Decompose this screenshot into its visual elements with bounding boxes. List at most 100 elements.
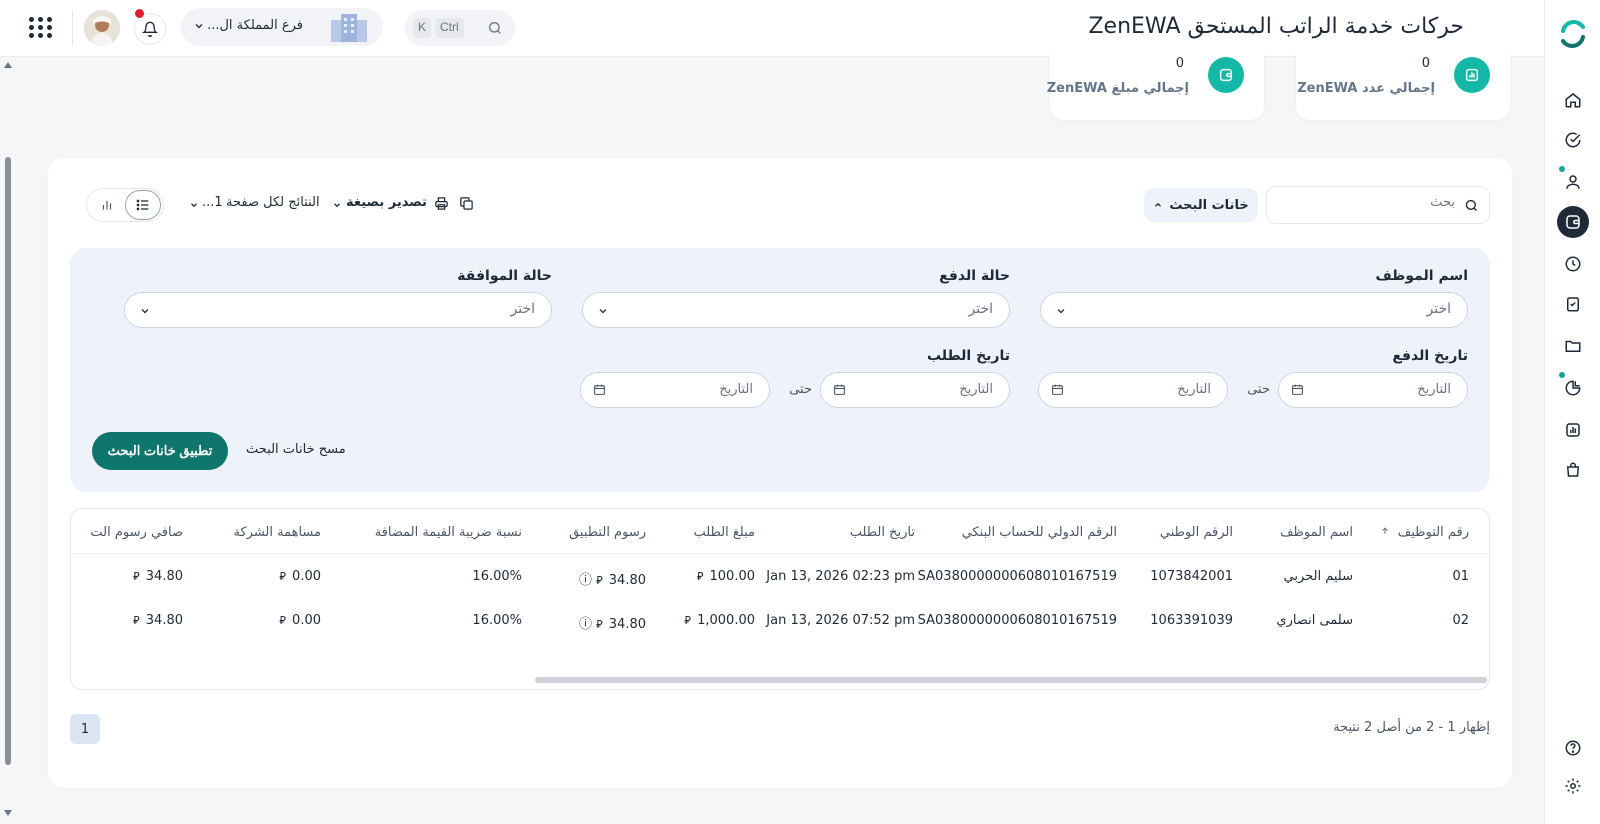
cell-amount: ⃁ 1,000.00 [684, 613, 755, 628]
column-header-national-id[interactable]: الرقم الوطني [1160, 525, 1233, 540]
cell-app-fee: ⓘ ⃁ 34.80 [579, 613, 646, 632]
column-header-company-share[interactable]: مساهمة الشركة [234, 525, 322, 540]
share-value: 0.00 [292, 613, 321, 628]
chevron-down-icon [139, 305, 151, 321]
logo-icon[interactable] [1557, 18, 1589, 50]
sort-arrow-icon [1381, 527, 1388, 534]
clock-icon[interactable] [1557, 248, 1589, 280]
riyal-icon: ⃁ [684, 614, 691, 627]
employee-name-select[interactable]: اختر [1040, 292, 1468, 328]
stat-label: إجمالي عدد ZenEWA [1297, 81, 1435, 96]
bag-icon[interactable] [1557, 454, 1589, 486]
stat-card-count: 0 إجمالي عدد ZenEWA [1296, 50, 1510, 120]
approval-status-label: حالة الموافقة [457, 268, 552, 284]
settings-icon[interactable] [1557, 770, 1589, 802]
placeholder: اختر [968, 301, 994, 317]
scrollbar-thumb[interactable] [5, 157, 11, 765]
print-icon[interactable] [434, 196, 449, 215]
check-circle-icon[interactable] [1557, 124, 1589, 156]
search-fields-toggle[interactable]: خانات البحث [1144, 188, 1258, 222]
export-button[interactable]: تصدير بصيغة [346, 195, 427, 210]
search-icon [1464, 198, 1479, 217]
riyal-icon: ⃁ [596, 618, 603, 631]
results-summary: إظهار 1 - 2 من أصل 2 نتيجة [1333, 720, 1490, 735]
cell-request-date: Jan 13, 2026 02:23 pm [766, 569, 915, 584]
column-header-request-date[interactable]: تاريخ الطلب [850, 525, 915, 540]
employee-name-label: اسم الموظف [1375, 268, 1469, 284]
sidebar [1544, 0, 1600, 824]
apps-grid-icon[interactable] [28, 14, 54, 40]
folder-icon[interactable] [1557, 330, 1589, 362]
cell-app-fee: ⓘ ⃁ 34.80 [579, 569, 646, 588]
column-header-vat[interactable]: نسبة ضريبة القيمة المضافة [375, 525, 522, 540]
riyal-icon: ⃁ [596, 574, 603, 587]
cell-name: سليم الحربي [1283, 569, 1354, 584]
payment-status-select[interactable]: اختر [582, 292, 1010, 328]
column-header-iban[interactable]: الرقم الدولي للحساب البنكي [962, 525, 1117, 540]
riyal-icon: ⃁ [133, 570, 140, 583]
info-icon[interactable]: ⓘ [579, 573, 592, 588]
cell-company-share: ⃁ 0.00 [279, 613, 321, 628]
notification-dot [135, 9, 144, 18]
chevron-down-icon[interactable] [189, 199, 199, 214]
chevron-down-icon[interactable] [332, 199, 342, 214]
chevron-up-icon [1155, 202, 1162, 207]
fee-value: 34.80 [608, 573, 646, 588]
apply-filters-button[interactable]: تطبيق خانات البحث [92, 432, 228, 470]
user-icon[interactable] [1557, 166, 1589, 198]
transactions-table: رقم التوظيف اسم الموظف الرقم الوطني الرق… [70, 508, 1490, 690]
list-icon [136, 199, 149, 211]
chart-view-button[interactable] [89, 190, 125, 220]
cell-emp-no: 01 [1452, 569, 1469, 584]
branch-selector[interactable]: فرع المملكة ال... [181, 8, 383, 46]
kbd-ctrl: Ctrl [435, 18, 464, 38]
copy-icon[interactable] [459, 196, 474, 215]
home-icon[interactable] [1557, 84, 1589, 116]
pie-chart-icon[interactable] [1557, 372, 1589, 404]
help-icon[interactable] [1557, 732, 1589, 764]
cell-national-id: 1063391039 [1150, 613, 1233, 628]
info-icon[interactable]: ⓘ [579, 617, 592, 632]
column-header-app-fee[interactable]: رسوم التطبيق [569, 525, 646, 540]
table-horizontal-scrollbar[interactable] [535, 677, 1487, 683]
search-icon [487, 20, 503, 40]
payment-date-to[interactable]: التاريخ [1038, 372, 1228, 408]
approval-status-select[interactable]: اختر [124, 292, 552, 328]
cell-company-share: ⃁ 0.00 [279, 569, 321, 584]
building-icon [329, 12, 369, 42]
request-date-to[interactable]: التاريخ [580, 372, 770, 408]
chevron-down-icon [597, 305, 609, 321]
column-header-name[interactable]: اسم الموظف [1280, 525, 1353, 540]
stat-label: إجمالي مبلغ ZenEWA [1046, 81, 1189, 96]
per-page-label: النتائج لكل صفحة [226, 195, 320, 210]
bar-chart-icon[interactable] [1557, 414, 1589, 446]
column-header-net-fee[interactable]: صافي رسوم الت [90, 525, 183, 540]
cell-vat: 16.00% [472, 613, 522, 628]
table-search[interactable] [1266, 186, 1490, 224]
placeholder: التاريخ [1177, 382, 1211, 397]
bell-icon [142, 21, 158, 37]
payment-date-from[interactable]: التاريخ [1278, 372, 1468, 408]
fee-value: 34.80 [608, 617, 646, 632]
filter-panel: اسم الموظف اختر حالة الدفع اختر حالة الم… [70, 248, 1490, 492]
scroll-down-icon [4, 810, 12, 816]
cell-iban: SA0380000000608010167519 [917, 613, 1117, 628]
calendar-icon [1051, 383, 1064, 400]
request-date-from[interactable]: التاريخ [820, 372, 1010, 408]
search-input[interactable] [1285, 195, 1455, 210]
wallet-icon[interactable] [1557, 206, 1589, 238]
cell-net-fee: ⃁ 34.80 [133, 613, 183, 628]
scroll-up-icon [4, 62, 12, 68]
pagination-page-1[interactable]: 1 [70, 714, 100, 744]
clear-filters-button[interactable]: مسح خانات البحث [246, 442, 346, 457]
column-header-amount[interactable]: مبلغ الطلب [693, 525, 755, 540]
cell-amount: ⃁ 100.00 [697, 569, 755, 584]
riyal-icon: ⃁ [279, 614, 286, 627]
task-check-icon[interactable] [1557, 288, 1589, 320]
page-scrollbar[interactable] [0, 57, 16, 824]
global-search-button[interactable]: K Ctrl [405, 10, 515, 46]
list-view-button[interactable] [125, 190, 161, 220]
avatar[interactable] [84, 10, 120, 46]
column-header-emp-no[interactable]: رقم التوظيف [1380, 525, 1469, 540]
per-page-value[interactable]: 1... [202, 195, 223, 210]
